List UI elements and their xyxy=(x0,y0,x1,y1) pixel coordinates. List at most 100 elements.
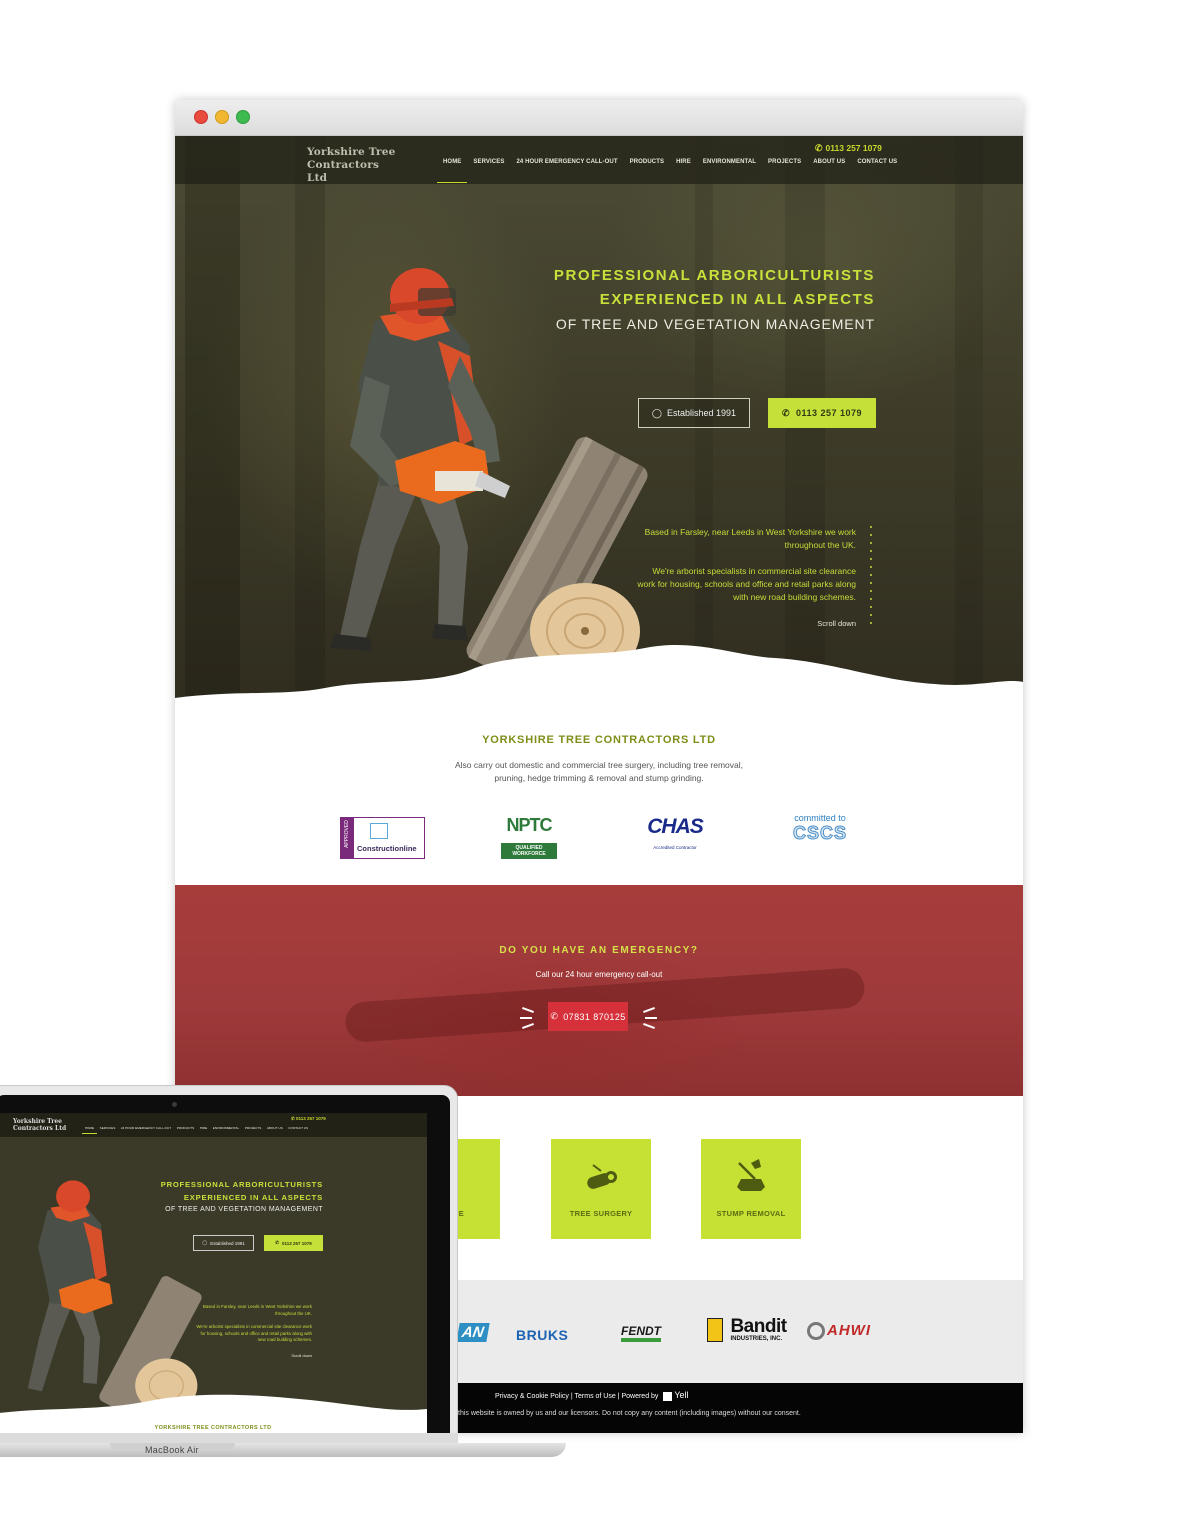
emergency-phone-number: 07831 870125 xyxy=(563,1011,626,1022)
laptop-nav-about[interactable]: ABOUT US xyxy=(264,1126,285,1134)
laptop-call-label: 0113 257 1079 xyxy=(281,1240,312,1246)
chas-badge: CHAS Accredited Contractor xyxy=(640,815,710,859)
ahwi-wordmark: AHWI xyxy=(827,1322,871,1339)
hero-call-label: 0113 257 1079 xyxy=(795,408,863,418)
axe-stump-icon xyxy=(737,1159,765,1191)
established-label: Established 1991 xyxy=(667,408,737,418)
service-card-stump-removal[interactable]: STUMP REMOVAL xyxy=(701,1139,801,1239)
laptop-nav-hire[interactable]: HIRE xyxy=(197,1126,210,1134)
laptop-nav-home[interactable]: HOME xyxy=(82,1126,97,1134)
nav-item-projects[interactable]: PROJECTS xyxy=(762,159,807,183)
nptc-label: NPTC xyxy=(506,815,553,835)
laptop-hero-line-2: EXPERIENCED IN ALL ASPECTS xyxy=(183,1192,323,1202)
laptop-established-label: Established 1991 xyxy=(210,1240,245,1246)
award-icon: ◯ xyxy=(202,1240,208,1245)
main-menu: HOME SERVICES 24 HOUR EMERGENCY CALL-OUT… xyxy=(437,159,903,183)
yell-icon xyxy=(663,1391,673,1401)
nav-item-services[interactable]: SERVICES xyxy=(467,159,510,183)
laptop-nav-projects[interactable]: PROJECTS xyxy=(242,1126,264,1134)
laptop-hero-line-1: PROFESSIONAL ARBORICULTURISTS xyxy=(160,1180,323,1189)
nav-item-emergency[interactable]: 24 HOUR EMERGENCY CALL-OUT xyxy=(510,159,623,183)
maximize-window-button[interactable] xyxy=(236,110,250,124)
laptop-scroll-down[interactable]: Scroll down xyxy=(291,1353,312,1358)
pillar-icon xyxy=(370,823,388,839)
phone-icon: ✆ xyxy=(815,143,823,153)
laptop-nav-services[interactable]: SERVICES xyxy=(97,1126,118,1134)
snow-edge-decoration xyxy=(175,645,1023,726)
cscs-label: CSCS xyxy=(792,823,847,844)
intro-paragraph-1: Based in Farsley, near Leeds in West Yor… xyxy=(644,527,856,550)
service-card-tree-surgery[interactable]: TREE SURGERY xyxy=(551,1139,651,1239)
laptop-established-button[interactable]: ◯ Established 1991 xyxy=(193,1235,254,1251)
nav-item-home[interactable]: HOME xyxy=(437,159,468,183)
emergency-call-button[interactable]: ✆ 07831 870125 xyxy=(548,1002,628,1031)
laptop-nav-emergency[interactable]: 24 HOUR EMERGENCY CALL-OUT xyxy=(118,1126,174,1134)
laptop-intro-1: Based in Farsley, near Leeds in West Yor… xyxy=(202,1304,312,1316)
scroll-progress-dots xyxy=(869,526,873,630)
mockup-stage: Yorkshire Tree Contractors Ltd ✆ 0113 257… xyxy=(0,0,1200,1537)
brand-logo-fendt: FENDT xyxy=(621,1324,661,1342)
log-icon xyxy=(587,1164,617,1189)
constructionline-label: Constructionline xyxy=(357,844,417,853)
emergency-subtitle: Call our 24 hour emergency call-out xyxy=(535,970,663,979)
camera-icon xyxy=(172,1102,177,1107)
close-window-button[interactable] xyxy=(194,110,208,124)
header-phone-link[interactable]: ✆ 0113 257 1079 xyxy=(815,143,882,154)
hero-intro-text: Based in Farsley, near Leeds in West Yor… xyxy=(636,526,856,617)
accreditation-badges: APPROVED Constructionline NPTC QUALIFIED… xyxy=(175,785,1023,895)
brand-logo-bandit: Bandit INDUSTRIES, INC. xyxy=(707,1316,787,1342)
laptop-intro-2: We're arborist specialists in commercial… xyxy=(196,1323,312,1343)
company-section: YORKSHIRE TREE CONTRACTORS LTD Also carr… xyxy=(175,726,1023,895)
hero-title-line-2: EXPERIENCED IN ALL ASPECTS xyxy=(599,291,875,308)
laptop-header-phone[interactable]: ✆ 0113 257 1079 xyxy=(291,1116,326,1122)
bandit-subtitle: INDUSTRIES, INC. xyxy=(730,1336,783,1342)
phone-icon: ✆ xyxy=(550,1011,559,1021)
laptop-base xyxy=(0,1443,566,1457)
laptop-company-title: YORKSHIRE TREE CONTRACTORS LTD xyxy=(154,1425,272,1431)
emergency-title: DO YOU HAVE AN EMERGENCY? xyxy=(499,945,699,956)
terms-link[interactable]: Terms of Use xyxy=(575,1393,616,1400)
hero-title-line-1: PROFESSIONAL ARBORICULTURISTS xyxy=(553,267,875,284)
emergency-section: DO YOU HAVE AN EMERGENCY? Call our 24 ho… xyxy=(175,885,1023,1096)
nptc-sub-label: QUALIFIED WORKFORCE xyxy=(501,843,557,859)
laptop-snow-edge xyxy=(0,1394,427,1433)
nav-item-hire[interactable]: HIRE xyxy=(670,159,697,183)
yell-link[interactable]: Yell xyxy=(674,1390,688,1400)
hero-call-button[interactable]: ✆ 0113 257 1079 xyxy=(768,398,876,428)
laptop-phone-number: 0113 257 1079 xyxy=(296,1116,326,1121)
laptop-site-logo[interactable]: Yorkshire Tree Contractors Ltd xyxy=(13,1118,73,1132)
approved-label: APPROVED xyxy=(344,820,350,848)
laptop-model-label: MacBook Air xyxy=(145,1445,199,1455)
laptop-nav-environmental[interactable]: ENVIRONMENTAL xyxy=(210,1126,242,1134)
company-text-line-2: pruning, hedge trimming & removal and st… xyxy=(494,773,704,783)
service-label: STUMP REMOVAL xyxy=(716,1209,786,1218)
laptop-nav-products[interactable]: PRODUCTS xyxy=(174,1126,197,1134)
laptop-mockup: Yorkshire Tree Contractors Ltd ✆ 0113 25… xyxy=(0,1085,566,1535)
hero-headline: PROFESSIONAL ARBORICULTURISTS EXPERIENCE… xyxy=(554,264,875,337)
browser-chrome xyxy=(175,100,1023,136)
laptop-main-menu: HOME SERVICES 24 HOUR EMERGENCY CALL-OUT… xyxy=(82,1126,311,1134)
nav-item-about[interactable]: ABOUT US xyxy=(807,159,851,183)
header-phone-number: 0113 257 1079 xyxy=(825,143,882,153)
laptop-nav-contact[interactable]: CONTACT US xyxy=(285,1126,310,1134)
bandit-wordmark: Bandit xyxy=(730,1316,787,1337)
chas-sub-label: Accredited Contractor xyxy=(653,845,697,850)
nav-item-environmental[interactable]: ENVIRONMENTAL xyxy=(697,159,762,183)
minimize-window-button[interactable] xyxy=(215,110,229,124)
laptop-navigation: Yorkshire Tree Contractors Ltd ✆ 0113 25… xyxy=(0,1113,427,1137)
hero-title-line-3: OF TREE AND VEGETATION MANAGEMENT xyxy=(555,316,875,332)
cscs-badge: committed to CSCS xyxy=(780,813,860,844)
phone-icon: ✆ xyxy=(275,1240,279,1245)
nav-item-products[interactable]: PRODUCTS xyxy=(624,159,670,183)
company-title: YORKSHIRE TREE CONTRACTORS LTD xyxy=(482,734,716,746)
laptop-intro-text: Based in Farsley, near Leeds in West Yor… xyxy=(192,1304,312,1351)
site-logo[interactable]: Yorkshire Tree Contractors Ltd xyxy=(307,146,403,185)
cscs-top-label: committed to xyxy=(794,813,846,823)
nptc-badge: NPTC QUALIFIED WORKFORCE xyxy=(501,815,557,859)
top-navigation: Yorkshire Tree Contractors Ltd ✆ 0113 257… xyxy=(175,136,1023,184)
phone-icon: ✆ xyxy=(781,407,790,418)
service-label: TREE SURGERY xyxy=(569,1209,633,1218)
nav-item-contact[interactable]: CONTACT US xyxy=(851,159,903,183)
laptop-call-button[interactable]: ✆ 0113 257 1079 xyxy=(264,1235,323,1251)
laptop-hero-headline: PROFESSIONAL ARBORICULTURISTS EXPERIENCE… xyxy=(161,1179,323,1217)
